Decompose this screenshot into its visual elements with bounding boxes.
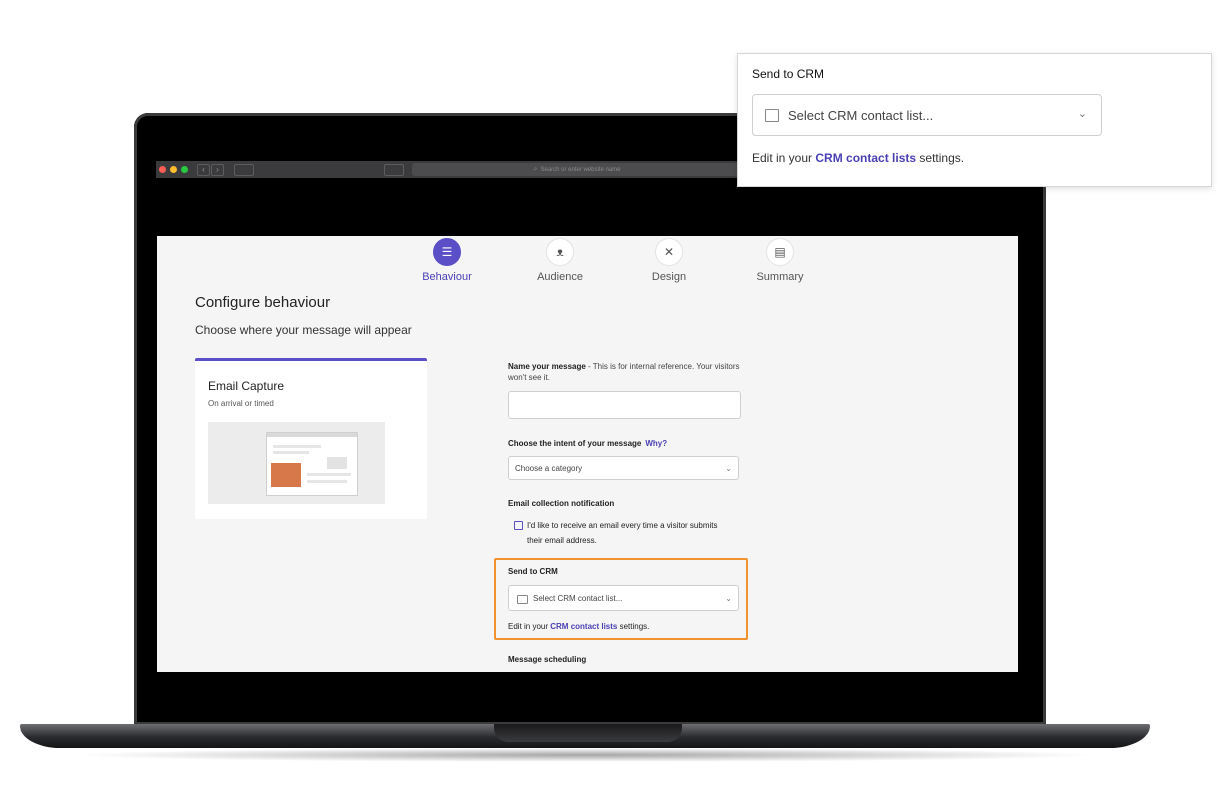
notification-option-text: I'd like to receive an email every time … — [527, 521, 718, 545]
laptop-shadow — [70, 748, 1100, 762]
name-label-strong: Name your message — [508, 362, 586, 371]
preview-line — [273, 445, 321, 448]
card-subtitle: On arrival or timed — [208, 399, 274, 408]
step-summary[interactable]: ▤ Summary — [720, 238, 840, 283]
page-subtitle: Choose where your message will appear — [195, 323, 412, 337]
design-tools-icon: ✕ — [655, 238, 683, 266]
card-preview-illustration — [208, 422, 385, 504]
fullscreen-window-icon[interactable] — [181, 166, 188, 173]
preview-box — [327, 457, 347, 469]
preview-line — [273, 451, 309, 454]
laptop-notch — [494, 724, 682, 742]
list-icon: ☰ — [433, 238, 461, 266]
notification-label-strong: Email collection notification — [508, 499, 615, 508]
crm-zoom-callout: Send to CRM Select CRM contact list... ⌄… — [737, 53, 1212, 187]
page-title: Configure behaviour — [195, 294, 331, 311]
scheduling-label: Message scheduling — [508, 654, 586, 665]
notification-checkbox[interactable] — [514, 521, 523, 530]
notification-label: Email collection notification — [508, 498, 614, 509]
callout-help-suffix: settings. — [916, 151, 965, 165]
step-behaviour[interactable]: ☰ Behaviour — [387, 238, 507, 283]
name-message-input[interactable] — [508, 391, 741, 419]
step-label: Summary — [756, 271, 804, 283]
chevron-down-icon: ⌄ — [725, 464, 732, 473]
step-audience[interactable]: ᴥ Audience — [500, 238, 620, 283]
step-label: Design — [651, 271, 687, 283]
name-message-label: Name your message - This is for internal… — [508, 361, 743, 383]
sidebar-toggle-icon[interactable] — [234, 164, 254, 176]
minimize-window-icon[interactable] — [170, 166, 177, 173]
step-label: Audience — [537, 271, 583, 283]
address-bar[interactable]: ⌕ Search or enter website name — [412, 163, 742, 176]
step-design[interactable]: ✕ Design — [609, 238, 729, 283]
preview-titlebar — [267, 433, 357, 437]
intent-label-strong: Choose the intent of your message — [508, 439, 642, 448]
callout-title: Send to CRM — [752, 67, 825, 81]
callout-crm-contact-lists-link[interactable]: CRM contact lists — [815, 151, 916, 165]
callout-help-prefix: Edit in your — [752, 151, 816, 165]
forward-arrow-icon[interactable]: › — [211, 164, 224, 176]
preview-window — [266, 432, 358, 496]
summary-icon: ▤ — [766, 238, 794, 266]
close-window-icon[interactable] — [159, 166, 166, 173]
email-capture-card[interactable]: Email Capture On arrival or timed — [195, 358, 427, 519]
privacy-shield-icon[interactable] — [384, 164, 404, 176]
list-icon — [765, 109, 779, 122]
crm-highlight-box — [494, 558, 748, 640]
intent-label: Choose the intent of your message Why? — [508, 438, 667, 449]
preview-popup — [271, 463, 301, 487]
callout-help-text: Edit in your CRM contact lists settings. — [752, 151, 964, 165]
step-label: Behaviour — [422, 271, 472, 283]
chevron-down-icon: ⌄ — [1077, 108, 1087, 120]
intent-select[interactable]: Choose a category ⌄ — [508, 456, 739, 480]
address-placeholder: Search or enter website name — [540, 167, 621, 173]
scheduling-label-strong: Message scheduling — [508, 655, 587, 664]
back-arrow-icon[interactable]: ‹ — [197, 164, 210, 176]
audience-icon: ᴥ — [546, 238, 574, 266]
preview-line — [307, 480, 347, 483]
callout-placeholder: Select CRM contact list... — [788, 108, 934, 123]
why-link[interactable]: Why? — [645, 439, 667, 448]
card-title: Email Capture — [208, 379, 285, 393]
callout-crm-select[interactable]: Select CRM contact list... ⌄ — [752, 94, 1102, 136]
preview-line — [307, 473, 351, 476]
intent-selected-value: Choose a category — [515, 464, 583, 473]
search-icon: ⌕ — [533, 166, 538, 173]
app-screen: ☰ Behaviour ᴥ Audience ✕ Design ▤ Summar… — [157, 236, 1018, 672]
